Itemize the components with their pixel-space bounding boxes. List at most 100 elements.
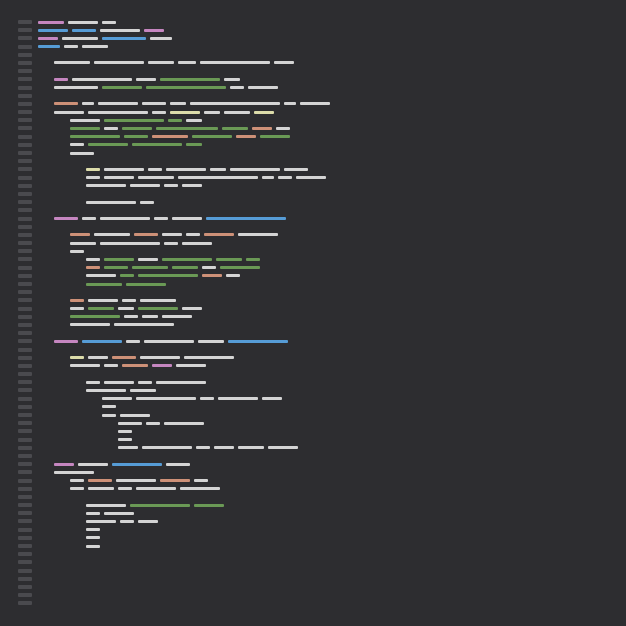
code-line[interactable] (38, 511, 606, 515)
code-line[interactable] (38, 69, 606, 73)
code-line[interactable] (38, 28, 606, 32)
code-line[interactable] (38, 208, 606, 212)
code-line[interactable] (38, 519, 606, 523)
code-line[interactable] (38, 159, 606, 163)
code-line[interactable] (38, 438, 606, 442)
code-line[interactable] (38, 45, 606, 49)
code-line[interactable] (38, 86, 606, 90)
code-line[interactable] (38, 167, 606, 171)
code-line[interactable] (38, 339, 606, 343)
line-number (18, 323, 32, 327)
code-line[interactable] (38, 429, 606, 433)
code-line[interactable] (38, 356, 606, 360)
code-line[interactable] (38, 298, 606, 302)
token-orange (202, 274, 222, 277)
code-line[interactable] (38, 249, 606, 253)
token-green (172, 266, 198, 269)
code-line[interactable] (38, 241, 606, 245)
code-line[interactable] (38, 274, 606, 278)
code-line[interactable] (38, 536, 606, 540)
code-editor[interactable] (0, 0, 626, 626)
code-line[interactable] (38, 331, 606, 335)
code-line[interactable] (38, 61, 606, 65)
code-line[interactable] (38, 233, 606, 237)
line-number (18, 192, 32, 196)
code-line[interactable] (38, 479, 606, 483)
token-white (184, 356, 234, 359)
code-line[interactable] (38, 77, 606, 81)
code-line[interactable] (38, 405, 606, 409)
code-line[interactable] (38, 143, 606, 147)
code-line[interactable] (38, 601, 606, 605)
code-line[interactable] (38, 126, 606, 130)
line-number (18, 339, 32, 343)
code-line[interactable] (38, 110, 606, 114)
code-line[interactable] (38, 282, 606, 286)
code-line[interactable] (38, 462, 606, 466)
code-line[interactable] (38, 307, 606, 311)
code-line[interactable] (38, 315, 606, 319)
code-line[interactable] (38, 94, 606, 98)
code-line[interactable] (38, 421, 606, 425)
code-line[interactable] (38, 487, 606, 491)
line-number (18, 315, 32, 319)
code-line[interactable] (38, 446, 606, 450)
code-line[interactable] (38, 503, 606, 507)
token-white (88, 299, 118, 302)
code-area[interactable] (38, 20, 626, 626)
code-line[interactable] (38, 290, 606, 294)
code-line[interactable] (38, 102, 606, 106)
code-line[interactable] (38, 200, 606, 204)
code-line[interactable] (38, 552, 606, 556)
code-line[interactable] (38, 397, 606, 401)
code-line[interactable] (38, 372, 606, 376)
code-line[interactable] (38, 495, 606, 499)
code-line[interactable] (38, 470, 606, 474)
code-line[interactable] (38, 454, 606, 458)
code-line[interactable] (38, 413, 606, 417)
code-line[interactable] (38, 135, 606, 139)
token-white (284, 168, 308, 171)
code-line[interactable] (38, 192, 606, 196)
token-white (226, 274, 240, 277)
code-line[interactable] (38, 348, 606, 352)
token-white (118, 446, 138, 449)
code-line[interactable] (38, 585, 606, 589)
code-line[interactable] (38, 225, 606, 229)
code-line[interactable] (38, 593, 606, 597)
token-white (182, 242, 212, 245)
code-line[interactable] (38, 36, 606, 40)
token-orange (134, 233, 158, 236)
line-number (18, 290, 32, 294)
line-number (18, 585, 32, 589)
token-white (100, 29, 140, 32)
token-white (70, 152, 94, 155)
code-line[interactable] (38, 53, 606, 57)
token-green (124, 135, 148, 138)
code-line[interactable] (38, 544, 606, 548)
code-line[interactable] (38, 323, 606, 327)
code-line[interactable] (38, 151, 606, 155)
code-line[interactable] (38, 364, 606, 368)
code-line[interactable] (38, 217, 606, 221)
code-line[interactable] (38, 176, 606, 180)
code-line[interactable] (38, 184, 606, 188)
code-line[interactable] (38, 560, 606, 564)
token-white (164, 242, 178, 245)
code-line[interactable] (38, 569, 606, 573)
token-green (160, 78, 220, 81)
code-line[interactable] (38, 577, 606, 581)
token-green (138, 274, 198, 277)
code-line[interactable] (38, 118, 606, 122)
token-white (142, 315, 158, 318)
code-line[interactable] (38, 20, 606, 24)
line-number (18, 495, 32, 499)
code-line[interactable] (38, 257, 606, 261)
line-number (18, 118, 32, 122)
code-line[interactable] (38, 266, 606, 270)
code-line[interactable] (38, 380, 606, 384)
code-line[interactable] (38, 528, 606, 532)
line-number (18, 429, 32, 433)
line-number (18, 503, 32, 507)
code-line[interactable] (38, 388, 606, 392)
